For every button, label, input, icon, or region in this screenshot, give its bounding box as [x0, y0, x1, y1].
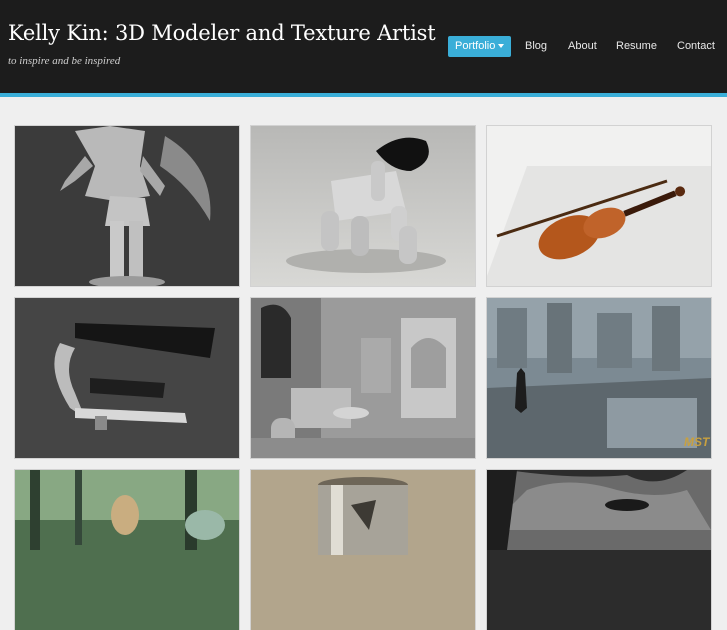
site-header: Kelly Kin: 3D Modeler and Texture Artist… [0, 0, 727, 93]
nav-item-about[interactable]: About [568, 36, 597, 57]
main-nav: Portfolio Blog About Resume Contact [0, 36, 727, 58]
nav-item-portfolio[interactable]: Portfolio [448, 36, 511, 57]
nav-item-label: Portfolio [455, 40, 496, 52]
portfolio-thumbnail-rooftop[interactable]: MST [487, 298, 711, 458]
chevron-down-icon[interactable] [498, 44, 504, 48]
portfolio-thumbnail-can[interactable] [251, 470, 475, 630]
portfolio-thumbnail-forest[interactable] [15, 470, 239, 630]
portfolio-thumbnail-interior[interactable] [251, 298, 475, 458]
nav-item-contact[interactable]: Contact [677, 36, 715, 57]
portfolio-thumbnail-violin[interactable] [487, 126, 711, 286]
header-accent-bar [0, 93, 727, 97]
portfolio-thumbnail-capo[interactable] [15, 298, 239, 458]
portfolio-thumbnail-robot-dog[interactable] [251, 126, 475, 286]
watermark-text: MST [684, 435, 711, 449]
portfolio-thumbnail-character[interactable] [15, 126, 239, 286]
nav-item-resume[interactable]: Resume [616, 36, 657, 57]
portfolio-thumbnail-face[interactable] [487, 470, 711, 630]
nav-item-blog[interactable]: Blog [525, 36, 547, 57]
